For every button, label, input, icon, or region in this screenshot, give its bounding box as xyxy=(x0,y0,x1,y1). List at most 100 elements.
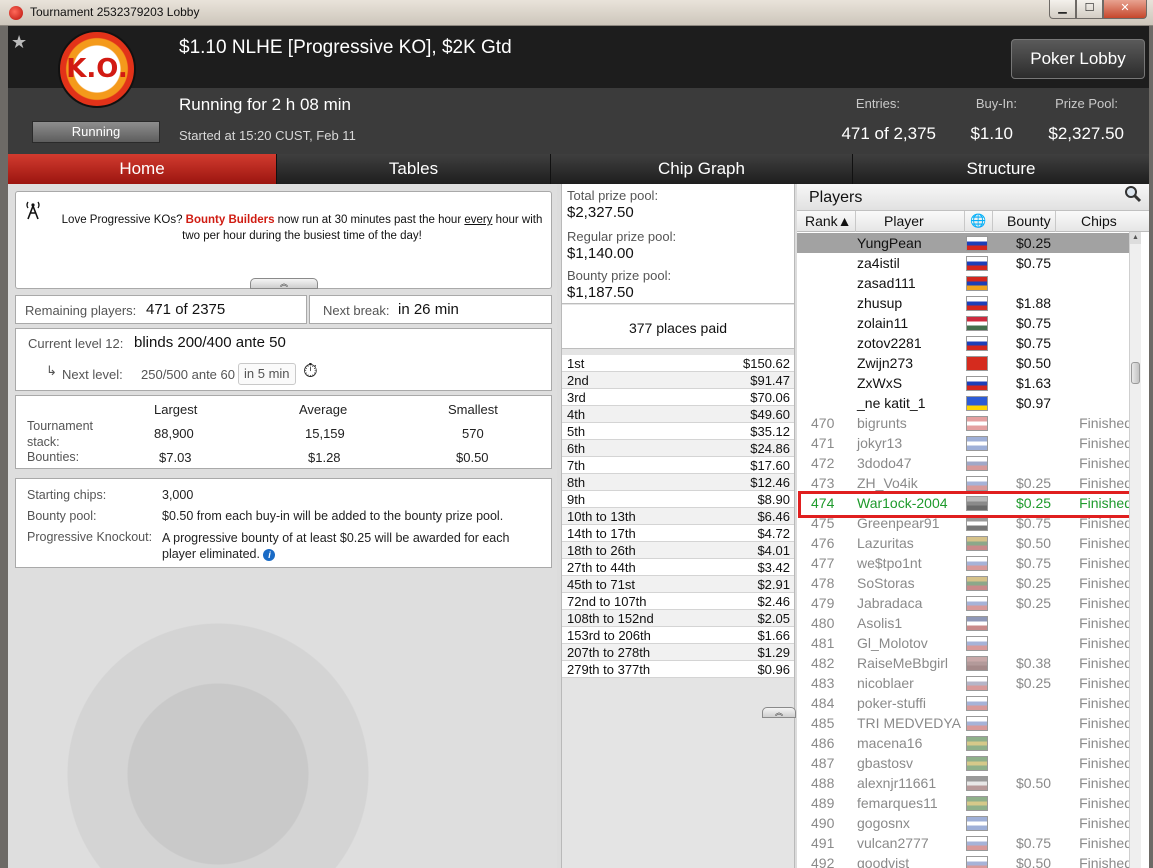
player-row[interactable]: 483 nicoblaer $0.25 Finished xyxy=(797,673,1136,693)
regular-prize-label: Regular prize pool: xyxy=(567,229,677,244)
player-row[interactable]: zhusup $1.88 xyxy=(797,293,1136,313)
player-row[interactable]: 470 bigrunts Finished xyxy=(797,413,1136,433)
player-row[interactable]: zasad111 xyxy=(797,273,1136,293)
ko-logo: K.O. xyxy=(58,30,136,108)
player-bounty: $0.75 xyxy=(1016,835,1052,851)
player-row[interactable]: 487 gbastosv Finished xyxy=(797,753,1136,773)
player-bounty: $0.97 xyxy=(1016,395,1052,411)
player-row[interactable]: 485 TRI MEDVEDYA Finished xyxy=(797,713,1136,733)
player-row[interactable]: 479 Jabradaca $0.25 Finished xyxy=(797,593,1136,613)
next-level-arrow: ↳ xyxy=(46,363,57,378)
country-flag-icon xyxy=(966,456,988,471)
payout-amount: $1.66 xyxy=(757,628,790,643)
next-break-label: Next break: xyxy=(323,303,390,318)
player-row[interactable]: ZxWxS $1.63 xyxy=(797,373,1136,393)
payout-row: 5th $35.12 xyxy=(562,423,794,440)
globe-icon[interactable]: 🌐 xyxy=(970,213,986,229)
player-row[interactable]: 489 femarques11 Finished xyxy=(797,793,1136,813)
minimize-button[interactable]: ▁ xyxy=(1049,0,1076,19)
player-row[interactable]: 490 gogosnx Finished xyxy=(797,813,1136,833)
player-row[interactable]: 486 macena16 Finished xyxy=(797,733,1136,753)
player-row[interactable]: YungPean $0.25 xyxy=(797,233,1136,253)
payout-amount: $3.42 xyxy=(757,560,790,575)
player-row[interactable]: zolain11 $0.75 xyxy=(797,313,1136,333)
tab-structure[interactable]: Structure xyxy=(853,154,1149,184)
player-row[interactable]: zotov2281 $0.75 xyxy=(797,333,1136,353)
player-chips: Finished xyxy=(1079,815,1132,831)
lobby-window: ★ K.O. Running $1.10 NLHE [Progressive K… xyxy=(8,26,1149,868)
payout-row: 10th to 13th $6.46 xyxy=(562,508,794,525)
payout-amount: $8.90 xyxy=(757,492,790,507)
scrollbar-thumb[interactable] xyxy=(1131,362,1140,384)
player-row[interactable]: 472 3dodo47 Finished xyxy=(797,453,1136,473)
player-row[interactable]: _ne katit_1 $0.97 xyxy=(797,393,1136,413)
player-row[interactable]: 488 alexnjr11661 $0.50 Finished xyxy=(797,773,1136,793)
progressive-knockout-label: Progressive Knockout: xyxy=(27,530,153,544)
player-row[interactable]: 492 goodvist $0.50 Finished xyxy=(797,853,1136,868)
favorite-star-icon[interactable]: ★ xyxy=(11,32,27,53)
column-separator xyxy=(964,211,965,232)
player-rank: 488 xyxy=(811,775,835,791)
player-name: macena16 xyxy=(857,735,923,751)
smallest-bounty: $0.50 xyxy=(456,450,489,465)
player-bounty: $0.50 xyxy=(1016,535,1052,551)
player-row[interactable]: za4istil $0.75 xyxy=(797,253,1136,273)
player-row[interactable]: 473 ZH_Vo4ik $0.25 Finished xyxy=(797,473,1136,493)
player-name: gbastosv xyxy=(857,755,914,771)
player-name: gogosnx xyxy=(857,815,910,831)
news-text: Love Progressive KOs? xyxy=(61,214,186,226)
players-list: YungPean $0.25 za4istil $0.75 zasad111 zhusup… xyxy=(797,233,1136,868)
close-button[interactable]: ✕ xyxy=(1103,0,1147,19)
player-row[interactable]: 491 vulcan2777 $0.75 Finished xyxy=(797,833,1136,853)
country-flag-icon xyxy=(966,576,988,591)
tab-chip-graph[interactable]: Chip Graph xyxy=(551,154,853,184)
buyin-label: Buy-In: xyxy=(975,96,1017,111)
magnifier-icon[interactable] xyxy=(1119,185,1146,209)
poker-lobby-button[interactable]: Poker Lobby xyxy=(1011,39,1145,79)
tab-tables[interactable]: Tables xyxy=(277,154,551,184)
scroll-up-arrow-icon[interactable]: ▲ xyxy=(1130,232,1141,244)
player-row[interactable]: 480 Asolis1 Finished xyxy=(797,613,1136,633)
payout-place: 27th to 44th xyxy=(567,560,636,575)
current-level-label: Current level 12: xyxy=(28,336,124,351)
player-row[interactable]: 478 SoStoras $0.25 Finished xyxy=(797,573,1136,593)
player-name: bigrunts xyxy=(857,415,907,431)
player-row[interactable]: Zwijn273 $0.50 xyxy=(797,353,1136,373)
player-column-header[interactable]: Player xyxy=(884,213,924,229)
player-row[interactable]: 481 Gl_Molotov Finished xyxy=(797,633,1136,653)
payout-row: 18th to 26th $4.01 xyxy=(562,542,794,559)
collapse-payouts-button[interactable]: ︽ xyxy=(762,707,796,718)
player-row[interactable]: 477 we$tpo1nt $0.75 Finished xyxy=(797,553,1136,573)
payout-place: 9th xyxy=(567,492,586,507)
bounty-prize-value: $1,187.50 xyxy=(567,284,634,301)
player-name: alexnjr11661 xyxy=(857,775,937,791)
country-flag-icon xyxy=(966,676,988,691)
bounty-column-header[interactable]: Bounty xyxy=(1007,213,1051,229)
maximize-button[interactable]: ☐ xyxy=(1076,0,1103,19)
player-name: SoStoras xyxy=(857,575,915,591)
payout-row: 3rd $70.06 xyxy=(562,389,794,406)
player-rank: 472 xyxy=(811,455,835,471)
column-separator xyxy=(992,211,993,232)
country-flag-icon xyxy=(966,296,988,311)
player-row[interactable]: 482 RaiseMeBbgirl $0.38 Finished xyxy=(797,653,1136,673)
player-chips: Finished xyxy=(1079,715,1132,731)
tab-home[interactable]: Home xyxy=(8,154,277,184)
collapse-news-button[interactable]: ︽ xyxy=(250,278,318,289)
payout-place: 4th xyxy=(567,407,586,422)
chips-column-header[interactable]: Chips xyxy=(1081,213,1117,229)
bounties-label: Bounties: xyxy=(27,450,80,464)
player-row[interactable]: 476 Lazuritas $0.50 Finished xyxy=(797,533,1136,553)
players-scrollbar[interactable]: ▲ xyxy=(1129,232,1141,868)
payout-amount: $2.91 xyxy=(757,577,790,592)
player-row[interactable]: 471 jokyr13 Finished xyxy=(797,433,1136,453)
player-row[interactable]: 484 poker-stuffi Finished xyxy=(797,693,1136,713)
bounty-builders-link[interactable]: Bounty Builders xyxy=(186,214,275,226)
info-icon[interactable]: i xyxy=(263,549,276,561)
progressive-knockout-text: A progressive bounty of at least $0.25 w… xyxy=(162,531,510,561)
rank-column-header[interactable]: Rank▲ xyxy=(805,213,852,229)
country-flag-icon xyxy=(966,736,988,751)
payout-amount: $35.12 xyxy=(750,424,790,439)
starting-chips-value: 3,000 xyxy=(162,488,194,502)
country-flag-icon xyxy=(966,276,988,291)
